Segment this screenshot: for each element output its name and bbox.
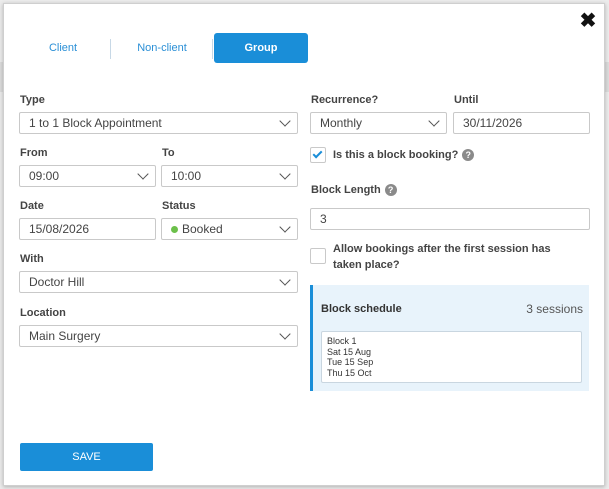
block-schedule-panel: Block schedule 3 sessions Block 1 Sat 15… [310, 285, 589, 391]
with-value: Doctor Hill [29, 275, 85, 289]
chevron-down-icon [279, 168, 291, 182]
session-item: Tue 15 Sep [327, 357, 374, 367]
to-label: To [162, 147, 175, 159]
until-label: Until [454, 94, 479, 106]
block-card: Block 1 Sat 15 Aug Tue 15 Sep Thu 15 Oct [321, 331, 582, 383]
type-select[interactable]: 1 to 1 Block Appointment [19, 112, 298, 134]
with-select[interactable]: Doctor Hill [19, 271, 298, 293]
allow-bookings-label: Allow bookings after the first session h… [333, 243, 551, 271]
to-select[interactable]: 10:00 [161, 165, 298, 187]
chevron-down-icon [279, 328, 291, 342]
chevron-down-icon [137, 168, 149, 182]
date-value: 15/08/2026 [29, 222, 90, 236]
recurrence-label: Recurrence? [311, 94, 379, 106]
block-name: Block 1 [327, 336, 357, 346]
block-length-value: 3 [320, 212, 327, 226]
checkmark-icon [312, 148, 323, 159]
tab-divider [110, 39, 111, 59]
type-value: 1 to 1 Block Appointment [29, 116, 162, 130]
block-schedule-count: 3 sessions [526, 302, 583, 316]
chevron-down-icon [279, 221, 291, 235]
help-icon[interactable]: ? [462, 149, 475, 161]
chevron-down-icon [428, 115, 440, 129]
session-item: Thu 15 Oct [327, 367, 372, 378]
with-label: With [20, 253, 44, 265]
block-schedule-title: Block schedule [321, 303, 402, 315]
status-select[interactable]: Booked [161, 218, 298, 240]
from-value: 09:00 [29, 169, 60, 183]
from-label: From [20, 147, 48, 159]
block-booking-label: Is this a block booking?? [333, 149, 475, 161]
session-item: Sat 15 Aug [327, 346, 372, 357]
to-value: 10:00 [171, 169, 202, 183]
chevron-down-icon [279, 115, 291, 129]
status-value: Booked [182, 222, 223, 236]
block-length-text: Block Length [311, 184, 381, 196]
block-length-label: Block Length? [311, 184, 397, 196]
tab-group[interactable]: Group [214, 33, 308, 63]
date-label: Date [20, 200, 44, 212]
status-label: Status [162, 200, 196, 212]
block-booking-checkbox[interactable] [310, 147, 326, 163]
until-input[interactable]: 30/11/2026 [453, 112, 590, 134]
from-select[interactable]: 09:00 [19, 165, 156, 187]
until-value: 30/11/2026 [463, 116, 523, 130]
recurrence-select[interactable]: Monthly [310, 112, 447, 134]
status-dot [171, 226, 178, 233]
close-icon[interactable]: ✖ [578, 11, 598, 31]
type-label: Type [20, 94, 45, 106]
location-value: Main Surgery [29, 329, 101, 343]
tab-non-client[interactable]: Non-client [112, 33, 212, 63]
date-input[interactable]: 15/08/2026 [19, 218, 156, 240]
location-label: Location [20, 307, 66, 319]
appointment-modal: ✖ Client Non-client Group Type 1 to 1 Bl… [3, 3, 605, 486]
help-icon[interactable]: ? [384, 184, 397, 196]
allow-bookings-checkbox[interactable] [310, 248, 326, 264]
block-length-input[interactable]: 3 [310, 208, 590, 230]
recurrence-value: Monthly [320, 116, 363, 130]
location-select[interactable]: Main Surgery [19, 325, 298, 347]
tab-divider [212, 39, 213, 59]
save-button[interactable]: SAVE [20, 443, 153, 471]
block-booking-text: Is this a block booking? [333, 149, 459, 161]
tab-client[interactable]: Client [16, 33, 110, 63]
chevron-down-icon [279, 274, 291, 288]
